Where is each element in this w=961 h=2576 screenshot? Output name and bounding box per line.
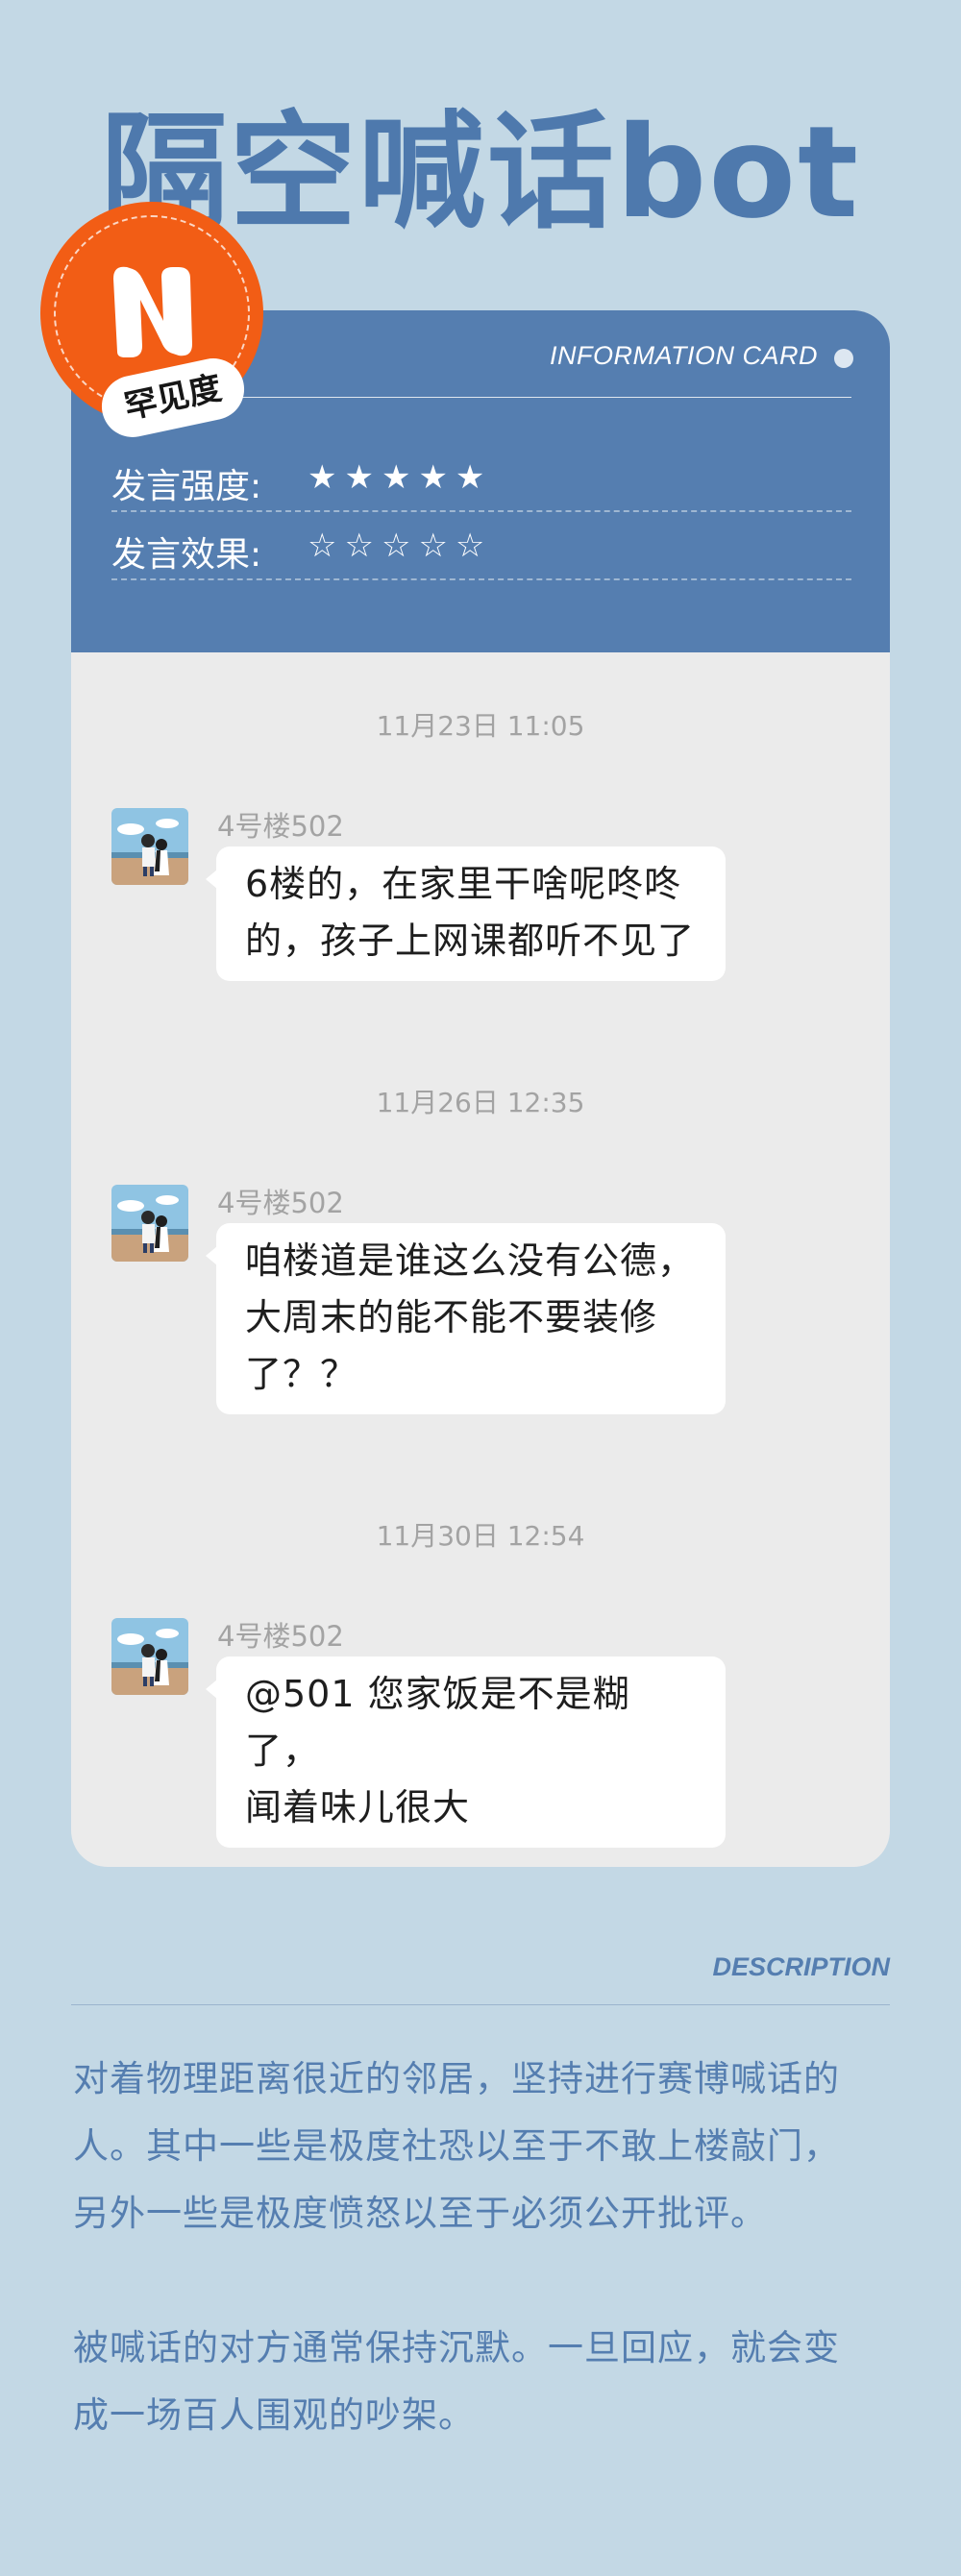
avatar-icon[interactable] (111, 808, 188, 885)
sender-name: 4号楼502 (217, 1187, 344, 1219)
avatar-icon[interactable] (111, 1618, 188, 1695)
description-label: DESCRIPTION (712, 1952, 890, 1981)
sender-name: 4号楼502 (217, 810, 344, 843)
n-letter-icon (113, 266, 192, 357)
description-paragraph-2: 被喊话的对方通常保持沉默。一旦回应，就会变 成一场百人围观的吵架。 (73, 2315, 899, 2449)
message-line: 了？？ (245, 1353, 358, 1395)
chat-timestamp: 11月23日 11:05 (376, 710, 585, 742)
chat-timestamp: 11月30日 12:54 (376, 1520, 585, 1552)
star-rating-filled-icon: ★★★★★ (308, 458, 493, 497)
card-label: INFORMATION CARD (550, 341, 818, 370)
sender-name: 4号楼502 (217, 1620, 344, 1653)
stat-label: 发言效果: (111, 535, 262, 575)
message-line: @501 您家饭是不是糊了， (245, 1673, 630, 1772)
stat-label: 发言强度: (111, 467, 262, 506)
description-paragraph-1: 对着物理距离很近的邻居，坚持进行赛博喊话的 人。其中一些是极度社恐以至于不敢上楼… (73, 2046, 899, 2247)
information-card: INFORMATION CARD 发言强度: ★★★★★ 发言效果: ☆☆☆☆☆… (71, 310, 890, 1867)
divider (71, 2004, 890, 2005)
description-line: 被喊话的对方通常保持沉默。一旦回应，就会变 (73, 2327, 840, 2368)
avatar-icon[interactable] (111, 1185, 188, 1262)
message-line: 的，孩子上网课都听不见了 (245, 920, 696, 962)
description-line: 人。其中一些是极度社恐以至于不敢上楼敲门， (73, 2125, 840, 2167)
message-bubble[interactable]: 咱楼道是谁这么没有公德， 大周末的能不能不要装修 了？？ (206, 1223, 726, 1414)
chat-timestamp: 11月26日 12:35 (376, 1087, 585, 1118)
stat-row-intensity: 发言强度: ★★★★★ (111, 445, 851, 512)
message-bubble[interactable]: @501 您家饭是不是糊了， 闻着味儿很大 (206, 1656, 726, 1848)
message-line: 大周末的能不能不要装修 (245, 1296, 658, 1338)
star-rating-empty-icon: ☆☆☆☆☆ (308, 527, 493, 565)
description-line: 另外一些是极度愤怒以至于必须公开批评。 (73, 2193, 767, 2234)
dot-icon (834, 349, 853, 368)
message-bubble[interactable]: 6楼的，在家里干啥呢咚咚 的，孩子上网课都听不见了 (206, 846, 726, 981)
message-line: 咱楼道是谁这么没有公德， (245, 1239, 696, 1282)
description-line: 成一场百人围观的吵架。 (73, 2394, 475, 2436)
description-line: 对着物理距离很近的邻居，坚持进行赛博喊话的 (73, 2058, 840, 2099)
stat-row-effect: 发言效果: ☆☆☆☆☆ (111, 513, 851, 580)
message-line: 闻着味儿很大 (245, 1786, 471, 1828)
message-line: 6楼的，在家里干啥呢咚咚 (245, 863, 682, 905)
